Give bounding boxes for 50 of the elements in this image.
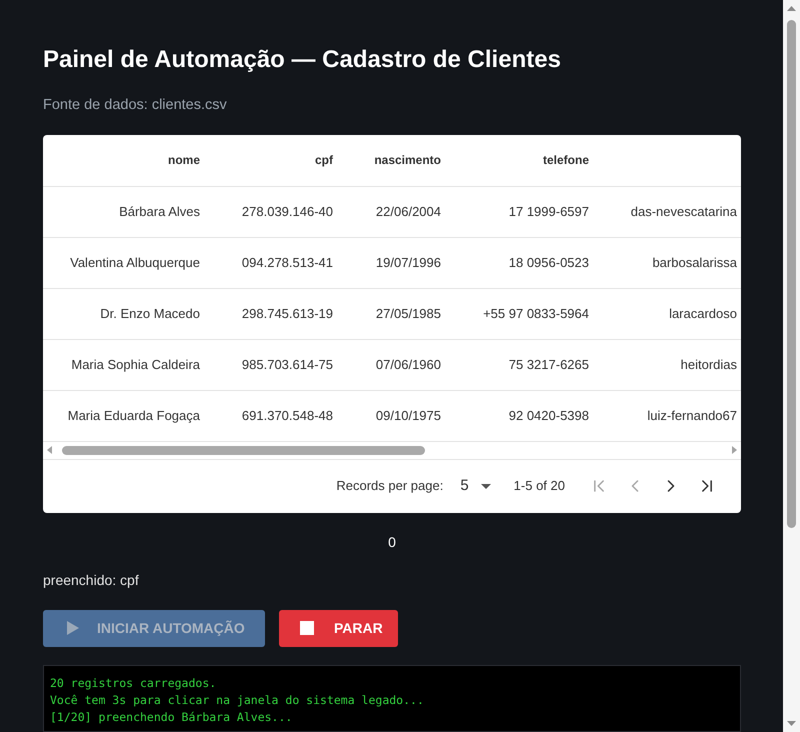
table-cell: heitordias: [605, 339, 741, 390]
table-cell: 17 1999-6597: [457, 186, 605, 237]
scroll-left-icon[interactable]: [47, 446, 52, 454]
column-header[interactable]: cpf: [216, 135, 349, 186]
table-cell: 691.370.548-48: [216, 390, 349, 441]
rows-per-page-label: Records per page:: [336, 477, 444, 496]
table-cell: 985.703.614-75: [216, 339, 349, 390]
column-header[interactable]: nascimento: [349, 135, 457, 186]
data-source-text: Fonte de dados: clientes.csv: [43, 96, 227, 115]
table-cell: 298.745.613-19: [216, 288, 349, 339]
table-cell: 75 3217-6265: [457, 339, 605, 390]
table-cell: 18 0956-0523: [457, 237, 605, 288]
table-cell: barbosalarissa: [605, 237, 741, 288]
log-line: [1/20] preenchendo Bárbara Alves...: [50, 708, 294, 726]
table-cell: 07/06/1960: [349, 339, 457, 390]
table-cell: Maria Sophia Caldeira: [43, 339, 216, 390]
table-cell: Maria Eduarda Fogaça: [43, 390, 216, 441]
caret-icon: [480, 484, 491, 488]
table-cell: 27/05/1985: [349, 288, 457, 339]
table-cell: 09/10/1975: [349, 390, 457, 441]
table-cell: Valentina Albuquerque: [43, 237, 216, 288]
page-range-text: 1-5 of 20: [514, 477, 565, 496]
table-cell: 19/07/1996: [349, 237, 457, 288]
table-cell: 22/06/2004: [349, 186, 457, 237]
table-cell: laracardoso: [605, 288, 741, 339]
log-line: Você tem 3s para clicar na janela do sistema legado...: [50, 692, 425, 708]
play-icon: [67, 621, 79, 635]
log-line: 20 registros carregados.: [50, 674, 218, 692]
table-cell: Bárbara Alves: [43, 186, 216, 237]
rows-per-page-select[interactable]: 5: [460, 474, 491, 498]
scrollbar-thumb[interactable]: [62, 446, 425, 454]
table-cell: Dr. Enzo Macedo: [43, 288, 216, 339]
table-cell: +55 97 0833-5964: [457, 288, 605, 339]
status-text: preenchido: cpf: [43, 570, 139, 590]
stop-icon: [300, 621, 314, 635]
column-header[interactable]: telefone: [457, 135, 605, 186]
counter-text: 0: [388, 532, 396, 552]
table-cell: 278.039.146-40: [216, 186, 349, 237]
scroll-right-icon[interactable]: [732, 446, 737, 454]
table-cell: 92 0420-5398: [457, 390, 605, 441]
stop-button[interactable]: PARAR: [279, 610, 398, 646]
scrollbar-thumb[interactable]: [787, 20, 796, 528]
page-title: Painel de Automação — Cadastro de Clientes: [43, 45, 561, 75]
table-cell: das-nevescatarina: [605, 186, 741, 237]
page-scrollbar[interactable]: [783, 0, 800, 732]
table-cell: luiz-fernando67: [605, 390, 741, 441]
table-cell: 094.278.513-41: [216, 237, 349, 288]
scroll-up-icon[interactable]: [787, 6, 796, 11]
scroll-down-icon[interactable]: [787, 721, 796, 726]
column-header[interactable]: nome: [43, 135, 216, 186]
